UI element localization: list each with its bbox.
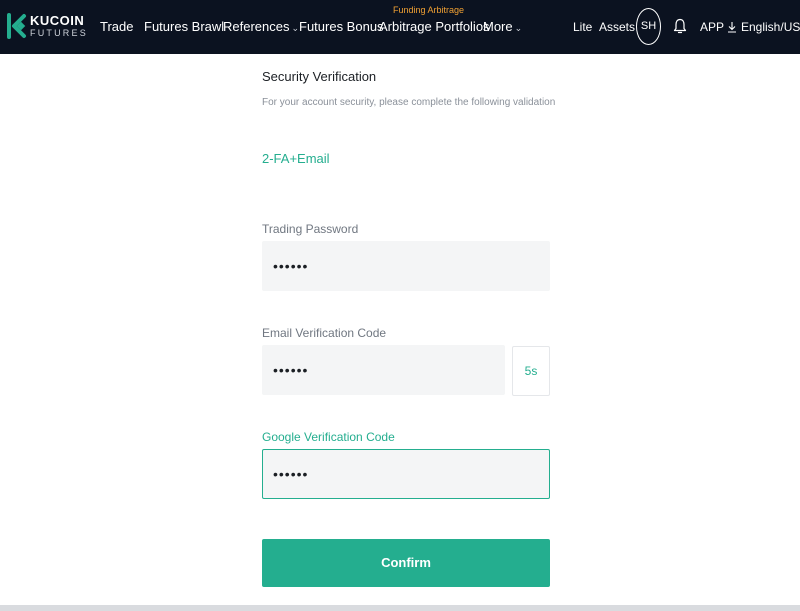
nav-locale[interactable]: English/USD — [741, 18, 800, 36]
nav-lite[interactable]: Lite — [573, 18, 592, 36]
nav-locale-label: English/USD — [741, 20, 800, 34]
nav-futures-brawl[interactable]: Futures Brawl — [144, 18, 224, 36]
nav-app-download[interactable]: APP — [700, 18, 737, 36]
nav-futures-bonus-label: Futures Bonus — [299, 19, 384, 34]
email-code-label: Email Verification Code — [262, 326, 387, 340]
nav-futures-brawl-label: Futures Brawl — [144, 19, 225, 34]
nav-assets[interactable]: Assets — [599, 18, 635, 36]
nav-assets-label: Assets — [599, 20, 636, 34]
trading-password-label: Trading Password — [262, 222, 359, 236]
page-subtitle: For your account security, please comple… — [262, 97, 556, 108]
download-icon — [728, 22, 737, 33]
top-nav-bar: KUCOIN FUTURES Trade Futures Brawl Refer… — [0, 0, 800, 54]
logo-subtext: FUTURES — [30, 28, 88, 38]
funding-arbitrage-badge: Funding Arbitrage — [393, 5, 465, 15]
avatar[interactable]: SH — [636, 8, 661, 45]
chevron-down-icon: ⌄ — [291, 23, 300, 33]
nav-trade-label: Trade — [100, 19, 134, 34]
google-code-label: Google Verification Code — [262, 430, 395, 444]
confirm-button[interactable]: Confirm — [262, 539, 550, 587]
nav-more-label: More — [483, 19, 513, 34]
nav-more[interactable]: More ⌄ — [483, 18, 522, 37]
logo-text: KUCOIN — [30, 13, 85, 28]
google-code-field[interactable]: •••••• — [262, 449, 550, 499]
nav-references[interactable]: References ⌄ — [223, 18, 299, 37]
nav-arbitrage-portfolios[interactable]: Arbitrage Portfolios — [379, 18, 490, 36]
nav-futures-bonus[interactable]: Futures Bonus — [299, 18, 384, 36]
trading-password-field[interactable]: •••••• — [262, 241, 550, 291]
nav-references-label: References — [223, 19, 290, 34]
resend-countdown-button[interactable]: 5s — [512, 346, 550, 396]
nav-trade[interactable]: Trade — [100, 18, 133, 36]
email-code-field[interactable]: •••••• — [262, 345, 505, 395]
nav-arbitrage-portfolios-label: Arbitrage Portfolios — [379, 19, 490, 34]
logo-icon — [7, 13, 26, 39]
chevron-down-icon: ⌄ — [514, 23, 523, 33]
page-title: Security Verification — [262, 69, 377, 84]
nav-app-label: APP — [700, 20, 725, 34]
verification-method-tab[interactable]: 2-FA+Email — [262, 151, 330, 166]
horizontal-scrollbar[interactable] — [0, 605, 800, 611]
bell-icon[interactable] — [673, 18, 687, 35]
logo[interactable]: KUCOIN FUTURES — [6, 11, 86, 41]
nav-lite-label: Lite — [573, 20, 593, 34]
